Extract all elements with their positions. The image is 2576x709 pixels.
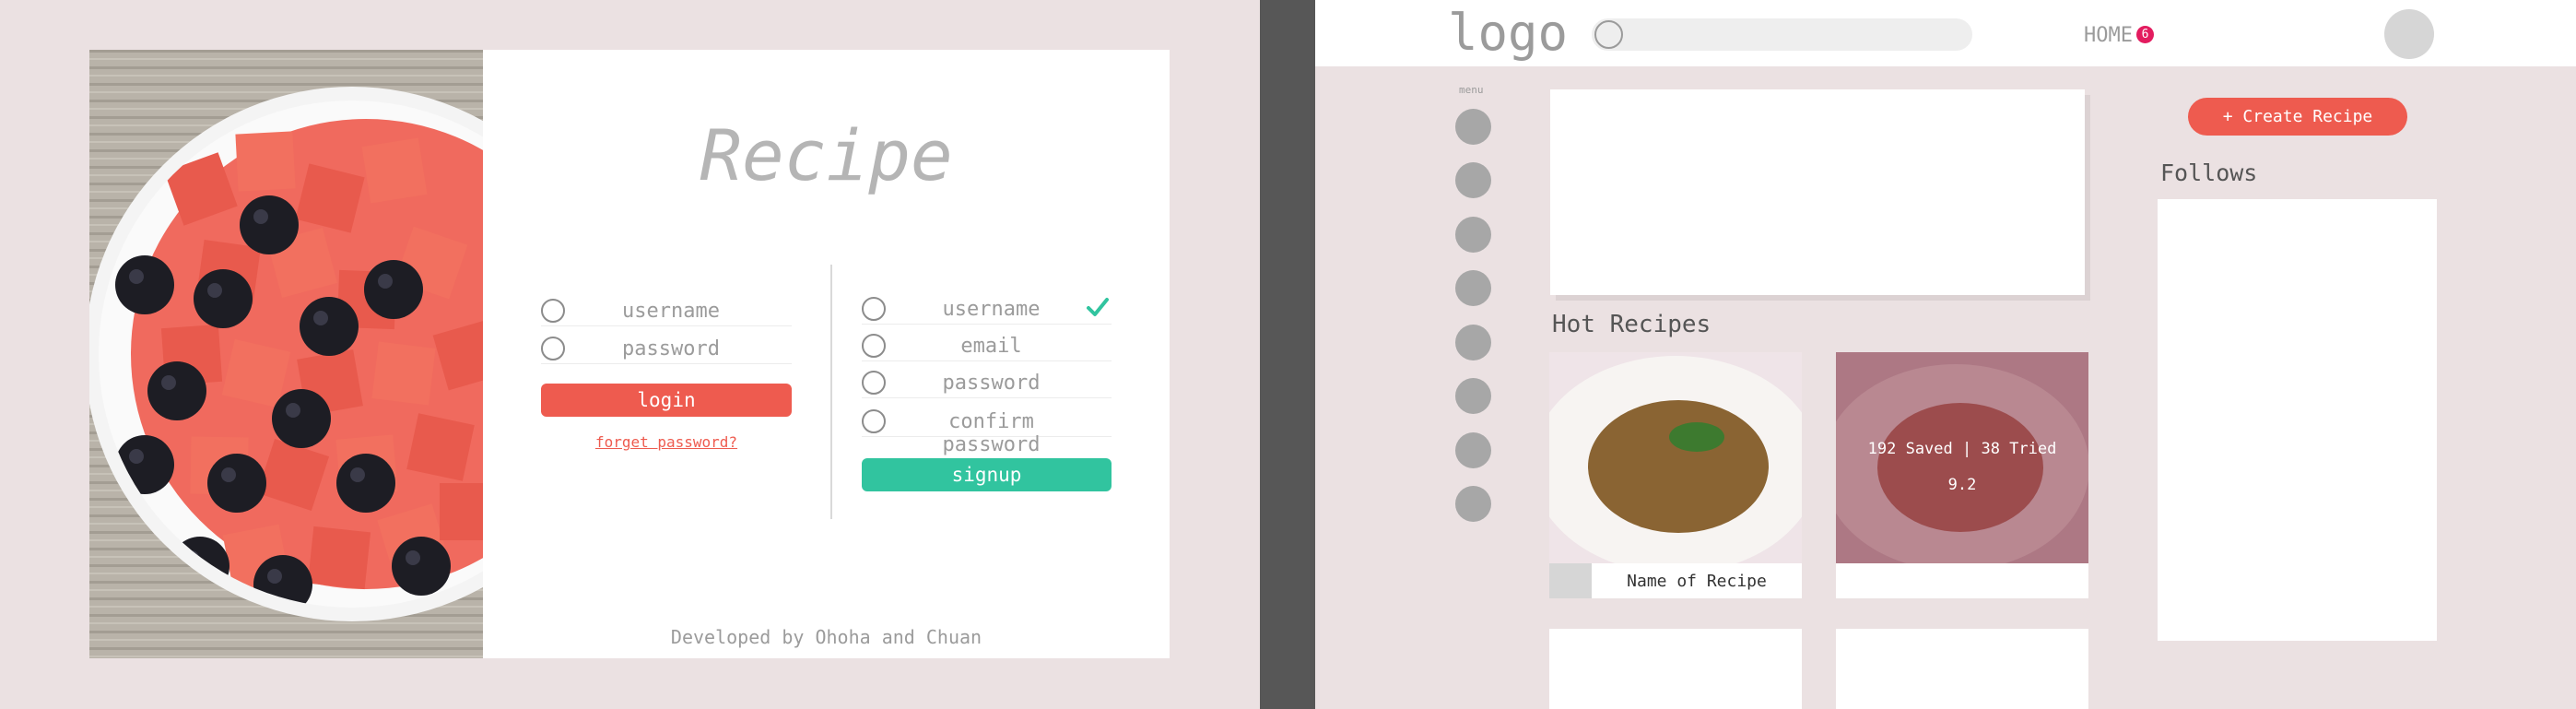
signup-email-placeholder: email xyxy=(960,335,1022,358)
search-input[interactable] xyxy=(1592,18,1972,51)
hot-recipes-heading: Hot Recipes xyxy=(1552,311,1711,338)
login-username-placeholder: username xyxy=(622,300,720,323)
home-screen: logo HOME 6 menu Hot Recipes Name of Rec… xyxy=(1315,0,2576,709)
login-password-field[interactable]: password xyxy=(541,331,792,364)
menu-caption: menu xyxy=(1459,84,1484,96)
radio-icon[interactable] xyxy=(862,409,886,433)
avatar-icon[interactable] xyxy=(2384,9,2434,59)
food-photo xyxy=(89,50,483,658)
menu-icon[interactable] xyxy=(1455,270,1491,306)
signup-username-field[interactable]: username xyxy=(862,291,1112,325)
check-icon xyxy=(1087,298,1109,316)
menu-icon[interactable] xyxy=(1455,162,1491,198)
banner-panel xyxy=(1550,89,2085,295)
follows-panel xyxy=(2158,199,2437,641)
login-username-field[interactable]: username xyxy=(541,293,792,326)
recipe-score: 9.2 xyxy=(1947,476,1977,494)
menu-icon[interactable] xyxy=(1455,217,1491,253)
credits-text: Developed by Ohoha and Chuan xyxy=(670,626,982,648)
signup-username-placeholder: username xyxy=(942,298,1041,321)
radio-icon[interactable] xyxy=(862,334,886,358)
radio-icon[interactable] xyxy=(862,371,886,395)
forgot-password-link[interactable]: forget password? xyxy=(541,433,792,451)
nav-home-link[interactable]: HOME xyxy=(2084,24,2133,47)
login-button[interactable]: login xyxy=(541,384,792,417)
login-password-placeholder: password xyxy=(622,337,720,360)
recipe-card-footer xyxy=(1836,563,2088,598)
radio-icon[interactable] xyxy=(541,337,565,360)
radio-icon[interactable] xyxy=(862,297,886,321)
recipe-card[interactable]: 192 Saved | 38 Tried 9.2 xyxy=(1836,352,2088,598)
signup-button[interactable]: signup xyxy=(862,458,1112,491)
menu-icon[interactable] xyxy=(1455,486,1491,522)
logo[interactable]: logo xyxy=(1448,4,1568,62)
menu-icon[interactable] xyxy=(1455,109,1491,145)
recipe-card-footer: Name of Recipe xyxy=(1549,563,1802,598)
signup-password-field[interactable]: password xyxy=(862,365,1112,398)
brand-title: Recipe xyxy=(700,114,953,196)
signup-confirm-field[interactable]: confirm password xyxy=(862,404,1112,456)
recipe-name: Name of Recipe xyxy=(1627,572,1767,591)
top-bar: logo HOME 6 xyxy=(1315,0,2576,66)
menu-icon[interactable] xyxy=(1455,325,1491,360)
notification-badge: 6 xyxy=(2136,26,2154,43)
signup-password-placeholder: password xyxy=(942,372,1041,395)
menu-icon[interactable] xyxy=(1455,378,1491,414)
recipe-stats: 192 Saved | 38 Tried xyxy=(1867,440,2057,458)
recipe-card[interactable] xyxy=(1549,629,1802,709)
radio-icon[interactable] xyxy=(541,299,565,323)
form-divider xyxy=(830,265,832,519)
follows-heading: Follows xyxy=(2160,160,2258,186)
menu-icon[interactable] xyxy=(1455,432,1491,468)
screen-divider xyxy=(1260,0,1315,709)
recipe-thumbnail xyxy=(1549,563,1592,598)
login-screen: Recipe username password login forget pa… xyxy=(0,0,1260,709)
recipe-card[interactable] xyxy=(1836,629,2088,709)
recipe-card[interactable]: Name of Recipe xyxy=(1549,352,1802,598)
search-icon[interactable] xyxy=(1594,20,1623,49)
create-recipe-button[interactable]: + Create Recipe xyxy=(2188,98,2407,136)
recipe-photo xyxy=(1549,352,1802,563)
signup-email-field[interactable]: email xyxy=(862,328,1112,361)
signup-confirm-placeholder: confirm password xyxy=(942,410,1041,456)
